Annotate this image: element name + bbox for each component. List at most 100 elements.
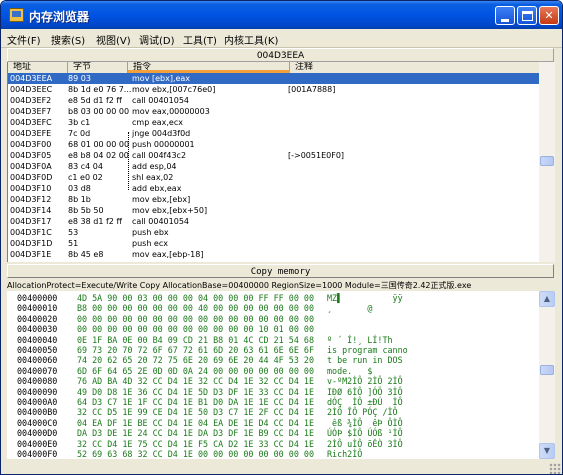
hex-row[interactable]: 004000D0 DA D3 DE 1E 24 CC D4 1E DA D3 DF… xyxy=(7,428,539,439)
hex-scrollbar[interactable]: ▲ ▼ xyxy=(539,291,555,459)
hex-row[interactable]: 004000C0 04 EA DF 1E BE CC D4 1E 04 EA DE… xyxy=(7,418,539,429)
resize-grip[interactable] xyxy=(549,463,561,474)
copy-memory-bar[interactable]: Copy memory xyxy=(7,264,554,278)
hex-bytes: 04 EA DF 1E BE CC D4 1E 04 EA DE 1E D4 C… xyxy=(77,417,314,428)
disasm-row[interactable]: 004D3F12 8b 1b mov ebx,[ebx] xyxy=(8,194,539,205)
disasm-row[interactable]: 004D3F00 68 01 00 00 00 push 00000001 xyxy=(8,139,539,150)
hex-bytes: DA D3 DE 1E 24 CC D4 1E DA D3 DF 1E B9 C… xyxy=(77,428,314,439)
disasm-scrollbar[interactable] xyxy=(539,62,555,262)
hex-address: 00400010 xyxy=(17,303,58,314)
column-comment[interactable]: 注释 xyxy=(290,62,539,73)
maximize-icon xyxy=(522,11,533,21)
disasm-row[interactable]: 004D3F1C 53 push ebx xyxy=(8,227,539,238)
menu-kernel-tools[interactable]: 内核工具(K) xyxy=(224,32,278,47)
disasm-bytes: e8 38 d1 f2 ff xyxy=(68,217,122,226)
disasm-address: 004D3F12 xyxy=(10,195,52,204)
hex-row[interactable]: 00400080 76 AD BA 4D 32 CC D4 1E 32 CC D4… xyxy=(7,376,539,387)
hex-ascii: MZ▌ ÿÿ xyxy=(327,293,403,303)
disasm-bytes: 51 xyxy=(68,239,79,248)
menu-tools[interactable]: 工具(T) xyxy=(183,32,217,47)
hex-row[interactable]: 00400050 69 73 20 70 72 6F 67 72 61 6D 20… xyxy=(7,345,539,356)
menu-file[interactable]: 文件(F) xyxy=(7,32,41,47)
close-button[interactable]: ✕ xyxy=(539,6,559,25)
hex-row[interactable]: 00400000 4D 5A 90 00 03 00 00 00 04 00 00… xyxy=(7,293,539,304)
disasm-bytes: 8b 1b xyxy=(68,195,91,204)
disasm-row[interactable]: 004D3EFC 3b c1 cmp eax,ecx xyxy=(8,117,539,128)
menu-debug[interactable]: 调试(D) xyxy=(139,32,175,47)
hex-scroll-up-button[interactable]: ▲ xyxy=(539,291,555,307)
hex-bytes: 49 D0 D8 1E 36 CC D4 1E 5D D3 DF 1E 33 C… xyxy=(77,386,314,397)
disasm-instruction: call 004f43c2 xyxy=(132,151,187,160)
column-address[interactable]: 地址 xyxy=(8,62,68,73)
disasm-scroll-thumb[interactable] xyxy=(540,156,554,166)
hex-address: 00400090 xyxy=(17,386,58,397)
hex-row[interactable]: 00400040 0E 1F BA 0E 00 B4 09 CD 21 B8 01… xyxy=(7,335,539,346)
disasm-instruction: add ebx,eax xyxy=(132,184,182,193)
disasm-address: 004D3EF7 xyxy=(10,107,52,116)
disasm-bytes: 03 d8 xyxy=(68,184,91,193)
disasm-instruction: shl eax,02 xyxy=(132,173,174,182)
hex-row[interactable]: 004000B0 32 CC D5 1E 99 CE D4 1E 50 D3 C7… xyxy=(7,407,539,418)
hex-row[interactable]: 004000F0 52 69 63 68 32 CC D4 1E 00 00 00… xyxy=(7,449,539,459)
hex-address: 00400020 xyxy=(17,313,58,324)
disasm-address: 004D3F14 xyxy=(10,206,52,215)
disasm-row[interactable]: 004D3F17 e8 38 d1 f2 ff call 00401054 xyxy=(8,216,539,227)
disasm-row[interactable]: 004D3F1D 51 push ecx xyxy=(8,238,539,249)
disassembler-view[interactable]: 地址 字节 指令 注释 004D3EEA 89 03 mov [ebx],eax 00… xyxy=(7,62,539,262)
hex-address: 00400080 xyxy=(17,376,58,387)
disasm-bytes: c1 e0 02 xyxy=(68,173,103,182)
hex-address: 004000E0 xyxy=(17,438,58,449)
hex-address: 00400070 xyxy=(17,365,58,376)
window-title: 内存浏览器 xyxy=(29,10,90,24)
column-bytes[interactable]: 字节 xyxy=(68,62,128,73)
disasm-row[interactable]: 004D3F0D c1 e0 02 shl eax,02 xyxy=(8,172,539,183)
disasm-bytes: 83 c4 04 xyxy=(68,162,103,171)
hex-scroll-down-button[interactable]: ▼ xyxy=(539,443,555,459)
hex-address: 004000F0 xyxy=(17,449,58,459)
disasm-row[interactable]: 004D3EFE 7c 0d jnge 004d3f0d xyxy=(8,128,539,139)
hex-address: 00400050 xyxy=(17,345,58,355)
close-icon: ✕ xyxy=(544,9,554,22)
hex-row[interactable]: 00400010 B8 00 00 00 00 00 00 00 40 00 00… xyxy=(7,303,539,314)
disasm-row[interactable]: 004D3F0A 83 c4 04 add esp,04 xyxy=(8,161,539,172)
hex-row[interactable]: 00400060 74 20 62 65 20 72 75 6E 20 69 6E… xyxy=(7,355,539,366)
disasm-instruction: jnge 004d3f0d xyxy=(132,129,191,138)
disasm-row[interactable]: 004D3F05 e8 b8 04 02 00 call 004f43c2 [->00… xyxy=(8,150,539,161)
disasm-row[interactable]: 004D3EF7 b8 03 00 00 00 mov eax,00000003 xyxy=(8,106,539,117)
hex-address: 004000C0 xyxy=(17,417,58,428)
hex-row[interactable]: 004000E0 32 CC D4 1E 75 CC D4 1E F5 CA D2… xyxy=(7,439,539,450)
hex-ascii: is program canno xyxy=(327,345,408,355)
hex-view[interactable]: 00400000 4D 5A 90 00 03 00 00 00 04 00 00… xyxy=(7,291,539,459)
hex-ascii: º ´ Í!¸ LÍ!Th xyxy=(327,334,393,345)
hex-address: 004000A0 xyxy=(17,397,58,407)
disasm-row[interactable]: 004D3EF2 e8 5d d1 f2 ff call 00401054 xyxy=(8,95,539,106)
disasm-instruction: add esp,04 xyxy=(132,162,177,171)
minimize-button[interactable] xyxy=(495,6,515,25)
hex-ascii: IÐØ 6ÌÔ ]ÓÖ 3ÌÔ xyxy=(327,386,403,397)
disasm-row[interactable]: 004D3F1E 8b 45 e8 mov eax,[ebp-18] xyxy=(8,249,539,260)
hex-address: 004000B0 xyxy=(17,407,58,418)
disasm-instruction: push ebx xyxy=(132,228,169,237)
hex-scroll-thumb[interactable] xyxy=(540,365,554,375)
hex-bytes: 00 00 00 00 00 00 00 00 00 00 00 00 10 0… xyxy=(77,324,314,335)
disasm-row[interactable]: 004D3EEC 8b 1d e0 76 7... mov ebx,[007c76e… xyxy=(8,84,539,95)
maximize-button[interactable] xyxy=(517,6,537,25)
hex-bytes: 32 CC D4 1E 75 CC D4 1E F5 CA D2 1E 33 C… xyxy=(77,438,314,449)
disasm-row[interactable]: 004D3F14 8b 5b 50 mov ebx,[ebx+50] xyxy=(8,205,539,216)
disasm-bytes: 68 01 00 00 00 xyxy=(68,140,130,149)
hex-bytes: 00 00 00 00 00 00 00 00 00 00 00 00 00 0… xyxy=(77,313,314,324)
hex-row[interactable]: 00400090 49 D0 D8 1E 36 CC D4 1E 5D D3 DF… xyxy=(7,387,539,398)
menu-search[interactable]: 搜索(S) xyxy=(51,32,85,47)
title-bar[interactable]: 内存浏览器 ✕ xyxy=(1,1,562,29)
disasm-row[interactable]: 004D3F10 03 d8 add ebx,eax xyxy=(8,183,539,194)
hex-row[interactable]: 004000A0 64 D3 C7 1E 1F CC D4 1E B1 D0 DA… xyxy=(7,397,539,408)
hex-row[interactable]: 00400070 6D 6F 64 65 2E 0D 0D 0A 24 00 00… xyxy=(7,366,539,377)
disasm-address: 004D3EEA xyxy=(10,74,53,83)
hex-row[interactable]: 00400030 00 00 00 00 00 00 00 00 00 00 00… xyxy=(7,324,539,335)
hex-ascii: ¸ @ xyxy=(327,303,373,314)
disasm-row[interactable]: 004D3EEA 89 03 mov [ebx],eax xyxy=(8,73,539,84)
disasm-bytes: e8 5d d1 f2 ff xyxy=(68,96,122,105)
minimize-icon xyxy=(501,19,509,22)
menu-view[interactable]: 视图(V) xyxy=(96,32,131,47)
hex-row[interactable]: 00400020 00 00 00 00 00 00 00 00 00 00 00… xyxy=(7,314,539,325)
